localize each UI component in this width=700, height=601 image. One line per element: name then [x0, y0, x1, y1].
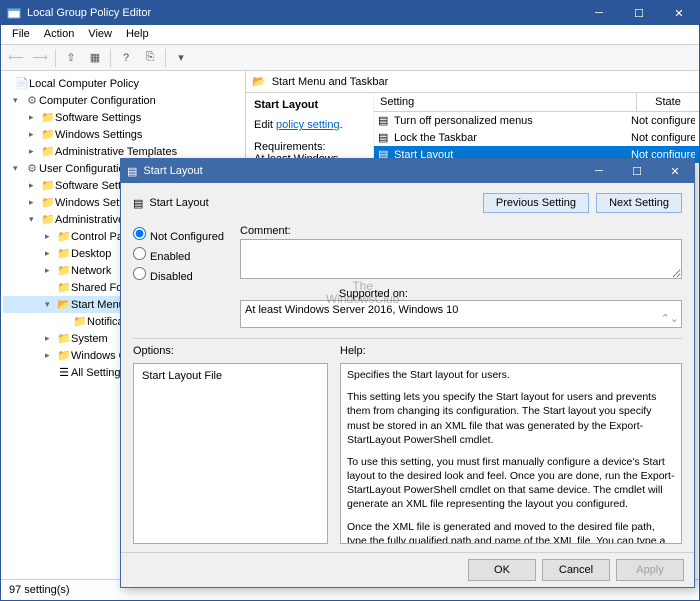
tree-nw[interactable]: Network: [71, 265, 111, 277]
tree-dk[interactable]: Desktop: [71, 248, 111, 260]
path-label: Start Menu and Taskbar: [272, 76, 389, 88]
menu-file[interactable]: File: [5, 27, 37, 42]
dlg-maximize-button[interactable]: ☐: [618, 159, 656, 183]
tree-cc-ws[interactable]: Windows Settings: [55, 129, 142, 141]
comment-label: Comment:: [240, 225, 682, 237]
col-setting[interactable]: Setting: [374, 93, 637, 111]
menubar: File Action View Help: [1, 25, 699, 45]
tree-root[interactable]: Local Computer Policy: [29, 78, 139, 90]
help-box[interactable]: Specifies the Start layout for users. Th…: [340, 363, 682, 544]
supported-label: Supported on:: [240, 288, 408, 300]
setting-icon: ▤: [378, 131, 394, 144]
gear-icon: ▤: [127, 165, 137, 178]
show-hide-button[interactable]: ▦: [84, 48, 106, 68]
tree-sy[interactable]: System: [71, 333, 108, 345]
menu-view[interactable]: View: [81, 27, 119, 42]
options-field-label: Start Layout File: [142, 370, 222, 382]
ok-button[interactable]: OK: [468, 559, 536, 581]
radio-disabled[interactable]: Disabled: [133, 265, 224, 285]
close-button[interactable]: ✕: [659, 1, 699, 25]
minimize-button[interactable]: ─: [579, 1, 619, 25]
toolbar: ⟵ ⟶ ⇧ ▦ ? ⎘ ▾: [1, 45, 699, 71]
options-box: Start Layout File: [133, 363, 328, 544]
radio-not-configured[interactable]: Not Configured: [133, 225, 224, 245]
comment-field[interactable]: [240, 239, 682, 279]
edit-policy-link[interactable]: policy setting: [276, 119, 340, 131]
next-setting-button[interactable]: Next Setting: [596, 193, 682, 213]
up-button[interactable]: ⇧: [60, 48, 82, 68]
apply-button[interactable]: Apply: [616, 559, 684, 581]
menu-help[interactable]: Help: [119, 27, 156, 42]
tree-cc-at[interactable]: Administrative Templates: [55, 146, 177, 158]
back-button[interactable]: ⟵: [5, 48, 27, 68]
dialog-title: Start Layout: [143, 165, 202, 177]
tree-cc-sw[interactable]: Software Settings: [55, 112, 141, 124]
cancel-button[interactable]: Cancel: [542, 559, 610, 581]
dlg-close-button[interactable]: ✕: [656, 159, 694, 183]
policy-dialog: ▤ Start Layout ─ ☐ ✕ ▤ Start Layout Prev…: [120, 158, 695, 588]
tree-as[interactable]: All Settings: [71, 367, 126, 379]
tree-uc[interactable]: User Configuration: [39, 163, 131, 175]
setting-row[interactable]: ▤Lock the TaskbarNot configured: [374, 129, 699, 146]
supported-field: At least Windows Server 2016, Windows 10…: [240, 300, 682, 328]
radio-enabled[interactable]: Enabled: [133, 245, 224, 265]
maximize-button[interactable]: ☐: [619, 1, 659, 25]
previous-setting-button[interactable]: Previous Setting: [483, 193, 589, 213]
menu-action[interactable]: Action: [37, 27, 82, 42]
help-button[interactable]: ?: [115, 48, 137, 68]
page-icon: ▤: [133, 197, 143, 210]
chevron-up-down-icon[interactable]: ⌃⌄: [661, 312, 679, 325]
status-count: 97 setting(s): [9, 584, 70, 596]
pane-heading: Start Layout: [254, 99, 365, 111]
setting-icon: ▤: [378, 114, 394, 127]
window-title: Local Group Policy Editor: [27, 7, 151, 19]
help-label: Help:: [340, 345, 366, 357]
export-button[interactable]: ⎘: [139, 48, 161, 68]
folder-icon: 📂: [252, 75, 266, 88]
col-state[interactable]: State: [637, 93, 699, 111]
app-icon: [7, 6, 21, 20]
main-titlebar: Local Group Policy Editor ─ ☐ ✕: [1, 1, 699, 25]
dialog-heading: Start Layout: [149, 197, 208, 209]
tree-cc[interactable]: Computer Configuration: [39, 95, 156, 107]
options-label: Options:: [133, 345, 328, 357]
dlg-minimize-button[interactable]: ─: [580, 159, 618, 183]
filter-button[interactable]: ▾: [170, 48, 192, 68]
forward-button[interactable]: ⟶: [29, 48, 51, 68]
requirements-label: Requirements:: [254, 141, 365, 153]
setting-row[interactable]: ▤Turn off personalized menusNot configur…: [374, 112, 699, 129]
